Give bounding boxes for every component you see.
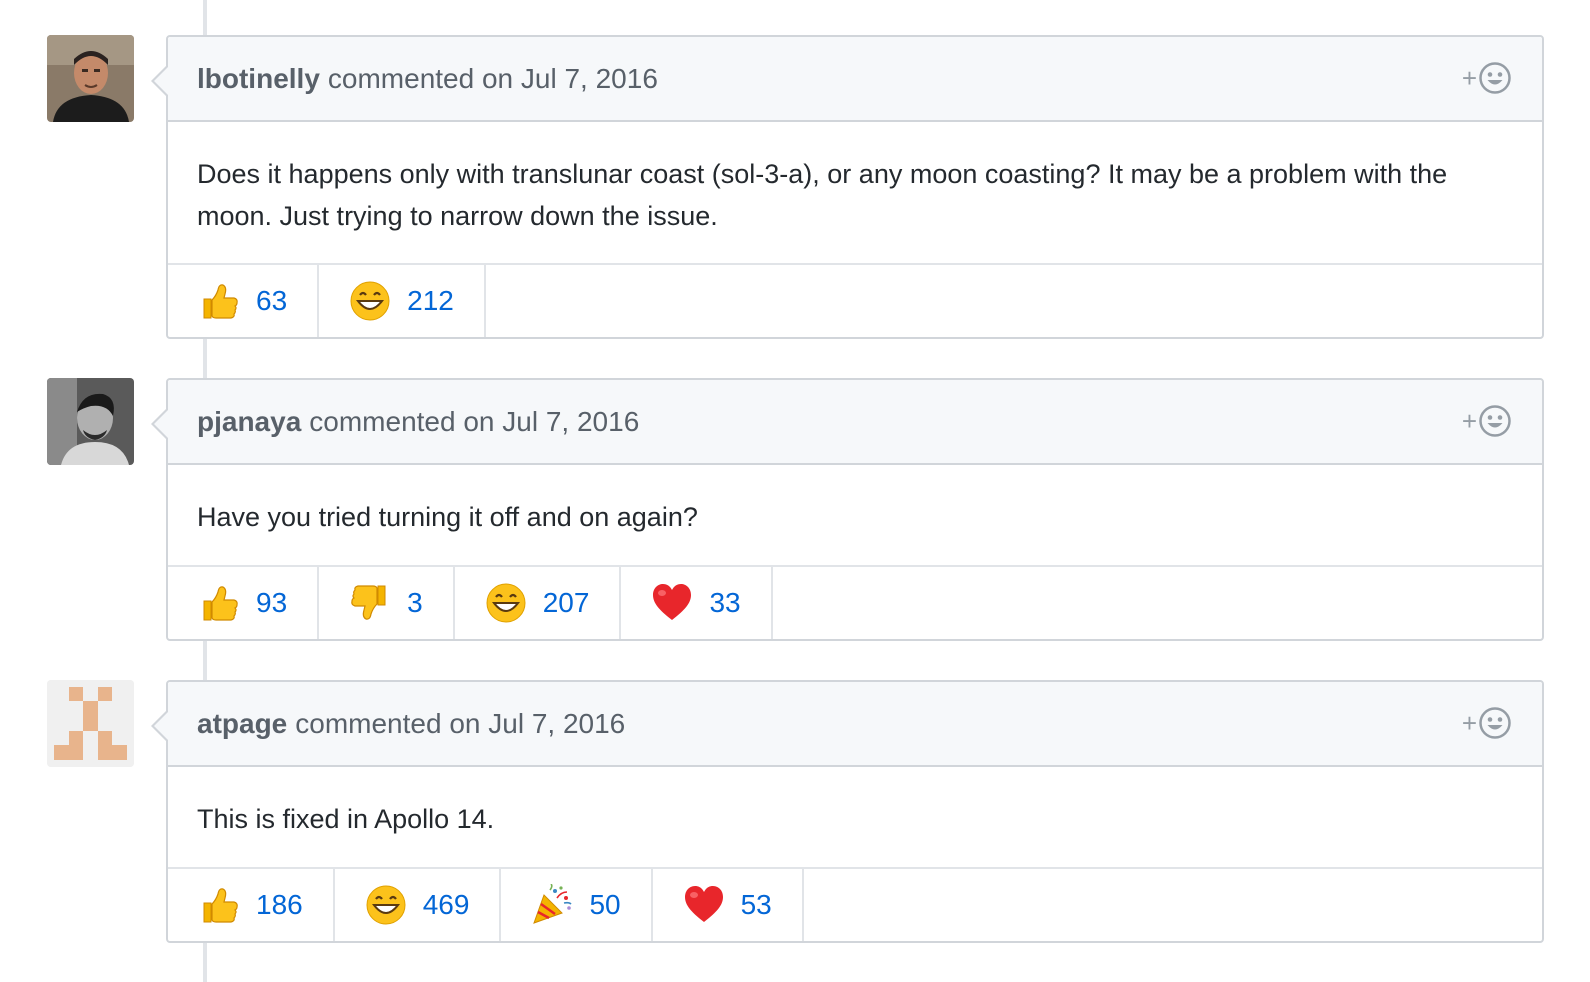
reaction-count: 469: [422, 889, 470, 920]
plus-label: +: [1461, 63, 1477, 93]
comment-box: pjanaya commented on Jul 7, 2016 + Have …: [151, 378, 1544, 641]
comment-body: Does it happens only with translunar coa…: [168, 122, 1542, 265]
smiley-icon: [1479, 707, 1511, 739]
avatar-lbotinelly[interactable]: [47, 35, 134, 122]
avatar-pjanaya[interactable]: [47, 378, 134, 465]
reactions-bar: 63 212: [168, 265, 1542, 337]
comment-body: This is fixed in Apollo 14.: [168, 767, 1542, 869]
comment-author[interactable]: pjanaya: [197, 406, 301, 438]
add-reaction-button[interactable]: +: [1462, 404, 1512, 438]
heart-icon: [653, 584, 692, 620]
smile-icon: [366, 885, 406, 925]
reaction-count: 186: [256, 889, 303, 920]
reaction-smile[interactable]: 212: [319, 265, 486, 337]
thumbs-up-icon: [203, 284, 238, 319]
reaction-count: 93: [256, 587, 288, 618]
thumbs-up-icon: [203, 888, 238, 923]
reaction-count: 212: [407, 285, 454, 316]
comment-text: Have you tried turning it off and on aga…: [197, 502, 698, 532]
reaction-smile[interactable]: 207: [455, 567, 622, 639]
plus-label: +: [1461, 708, 1477, 738]
thumbs-up-icon: [203, 586, 238, 621]
comment-timestamp[interactable]: commented on Jul 7, 2016: [295, 708, 625, 740]
smiley-icon: [1479, 62, 1511, 94]
avatar-atpage[interactable]: [47, 680, 134, 767]
comment-header: pjanaya commented on Jul 7, 2016 +: [168, 380, 1542, 465]
add-reaction-button[interactable]: +: [1462, 61, 1512, 95]
reaction-count: 53: [740, 889, 772, 920]
smile-icon: [486, 583, 526, 623]
smile-icon: [350, 281, 390, 321]
comment-text: This is fixed in Apollo 14.: [197, 804, 495, 834]
reaction-smile[interactable]: 469: [335, 869, 502, 941]
comment-box: atpage commented on Jul 7, 2016 + This i…: [151, 680, 1544, 943]
tada-icon: [533, 884, 573, 924]
thumbs-down-icon: [351, 585, 386, 620]
comment-author[interactable]: atpage: [197, 708, 287, 740]
comment-header: lbotinelly commented on Jul 7, 2016 +: [168, 37, 1542, 122]
plus-label: +: [1461, 406, 1477, 436]
comment-text: Does it happens only with translunar coa…: [197, 159, 1448, 231]
comment-timestamp[interactable]: commented on Jul 7, 2016: [309, 406, 639, 438]
reaction-thumbs-up[interactable]: 93: [168, 567, 320, 639]
reaction-tada[interactable]: 50: [501, 869, 653, 941]
heart-icon: [684, 886, 723, 922]
reaction-thumbs-down[interactable]: 3: [319, 567, 455, 639]
reaction-thumbs-up[interactable]: 63: [168, 265, 320, 337]
reaction-count: 63: [256, 285, 288, 316]
comment-author[interactable]: lbotinelly: [197, 63, 320, 95]
comment-box: lbotinelly commented on Jul 7, 2016 + Do…: [151, 35, 1544, 339]
reaction-count: 50: [589, 889, 621, 920]
reaction-count: 33: [709, 587, 741, 618]
identicon: [47, 680, 134, 767]
reaction-thumbs-up[interactable]: 186: [168, 869, 335, 941]
reaction-heart[interactable]: 33: [621, 567, 773, 639]
add-reaction-button[interactable]: +: [1462, 706, 1512, 740]
reaction-count: 3: [407, 587, 423, 618]
reaction-heart[interactable]: 53: [653, 869, 804, 941]
reactions-bar: 186 469 50 53: [168, 869, 1542, 941]
comment-header: atpage commented on Jul 7, 2016 +: [168, 682, 1542, 767]
smiley-icon: [1479, 405, 1511, 437]
reactions-bar: 93 3 207 33: [168, 567, 1542, 639]
reaction-count: 207: [542, 587, 590, 618]
comment-body: Have you tried turning it off and on aga…: [168, 465, 1542, 567]
comment-timestamp[interactable]: commented on Jul 7, 2016: [328, 63, 658, 95]
